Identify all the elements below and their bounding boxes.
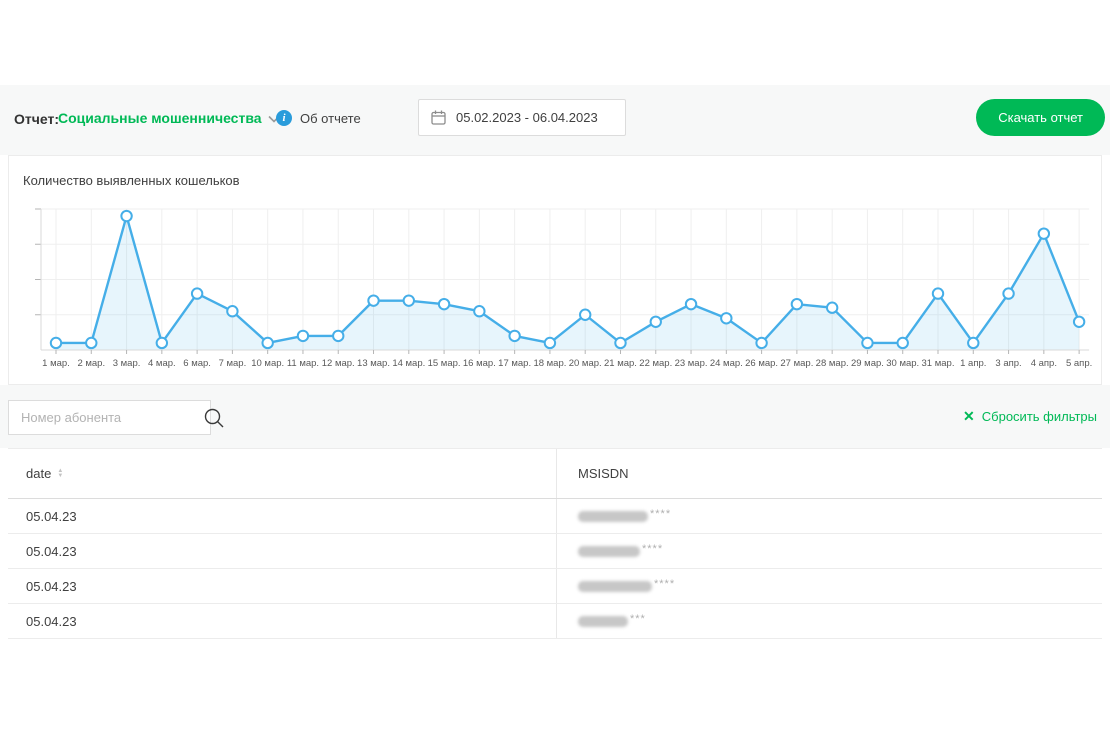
msisdn-cell: **** <box>556 569 1102 603</box>
msisdn-cell: *** <box>556 604 1102 638</box>
about-report-label: Об отчете <box>300 111 361 126</box>
msisdn-redacted-blob <box>578 511 648 522</box>
svg-text:5 апр.: 5 апр. <box>1066 358 1092 369</box>
svg-text:6 мар.: 6 мар. <box>183 358 211 369</box>
table-row: 05.04.23 **** <box>8 499 1102 534</box>
svg-text:11 мар.: 11 мар. <box>287 358 319 369</box>
date-cell: 05.04.23 <box>8 569 556 603</box>
svg-text:28 мар.: 28 мар. <box>816 358 849 369</box>
svg-text:16 мар.: 16 мар. <box>463 358 496 369</box>
column-header-date[interactable]: date ▲▼ <box>8 449 556 498</box>
report-toolbar: Отчет: Социальные мошенничества i Об отч… <box>0 85 1110 155</box>
report-type-dropdown[interactable]: Социальные мошенничества <box>58 110 280 126</box>
svg-text:1 мар.: 1 мар. <box>42 358 70 369</box>
svg-text:17 мар.: 17 мар. <box>498 358 531 369</box>
svg-text:24 мар.: 24 мар. <box>710 358 743 369</box>
subscriber-number-input[interactable] <box>9 410 203 425</box>
svg-text:7 мар.: 7 мар. <box>219 358 247 369</box>
date-cell: 05.04.23 <box>8 604 556 638</box>
msisdn-cell: **** <box>556 534 1102 568</box>
calendar-icon <box>431 110 446 125</box>
date-range-value: 05.02.2023 - 06.04.2023 <box>456 110 598 125</box>
svg-text:26 мар.: 26 мар. <box>745 358 778 369</box>
msisdn-redacted-blob <box>578 616 628 627</box>
svg-text:1 апр.: 1 апр. <box>960 358 986 369</box>
svg-text:3 мар.: 3 мар. <box>113 358 141 369</box>
date-range-picker[interactable]: 05.02.2023 - 06.04.2023 <box>418 99 626 136</box>
info-icon: i <box>276 110 292 126</box>
svg-text:3 апр.: 3 апр. <box>995 358 1021 369</box>
about-report-link[interactable]: i Об отчете <box>276 110 361 126</box>
svg-text:10 мар.: 10 мар. <box>251 358 284 369</box>
report-type-value: Социальные мошенничества <box>58 110 262 126</box>
report-label: Отчет: <box>14 111 59 127</box>
chart-title: Количество выявленных кошельков <box>23 173 240 188</box>
table-row: 05.04.23 **** <box>8 569 1102 604</box>
svg-text:15 мар.: 15 мар. <box>428 358 461 369</box>
svg-text:4 мар.: 4 мар. <box>148 358 176 369</box>
table-row: 05.04.23 *** <box>8 604 1102 639</box>
wallets-line-chart: 1 мар. 2 мар. 3 мар. 4 мар. 6 мар. 7 мар. 10 м… <box>9 196 1101 384</box>
table-row: 05.04.23 **** <box>8 534 1102 569</box>
msisdn-cell: **** <box>556 499 1102 533</box>
table-header-row: date ▲▼ MSISDN <box>8 449 1102 499</box>
svg-text:2 мар.: 2 мар. <box>77 358 105 369</box>
svg-text:13 мар.: 13 мар. <box>357 358 390 369</box>
page: Отчет: Социальные мошенничества i Об отч… <box>0 0 1110 740</box>
date-cell: 05.04.23 <box>8 534 556 568</box>
msisdn-redacted-blob <box>578 581 652 592</box>
svg-text:29 мар.: 29 мар. <box>851 358 884 369</box>
wallets-chart-panel: Количество выявленных кошельков 1 мар. 2 … <box>8 155 1102 385</box>
svg-text:20 мар.: 20 мар. <box>569 358 602 369</box>
svg-text:27 мар.: 27 мар. <box>780 358 813 369</box>
svg-text:12 мар.: 12 мар. <box>322 358 355 369</box>
date-cell: 05.04.23 <box>8 499 556 533</box>
svg-text:22 мар.: 22 мар. <box>639 358 672 369</box>
column-header-msisdn: MSISDN <box>556 449 1102 498</box>
svg-text:23 мар.: 23 мар. <box>675 358 708 369</box>
svg-text:30 мар.: 30 мар. <box>886 358 919 369</box>
sort-icon: ▲▼ <box>57 469 63 479</box>
reset-filters-label: Сбросить фильтры <box>982 409 1097 424</box>
svg-text:31 мар.: 31 мар. <box>922 358 955 369</box>
reset-filters-link[interactable]: ✕ Сбросить фильтры <box>963 408 1097 425</box>
svg-text:21 мар.: 21 мар. <box>604 358 637 369</box>
download-report-button[interactable]: Скачать отчет <box>976 99 1105 136</box>
close-icon: ✕ <box>963 408 975 425</box>
svg-text:18 мар.: 18 мар. <box>533 358 566 369</box>
search-icon[interactable] <box>203 407 225 429</box>
svg-text:4 апр.: 4 апр. <box>1031 358 1057 369</box>
filter-bar: ✕ Сбросить фильтры <box>0 385 1110 448</box>
subscriber-search-box <box>8 400 211 435</box>
wallets-table: date ▲▼ MSISDN 05.04.23 **** 05.04.23 **… <box>8 448 1102 639</box>
svg-text:14 мар.: 14 мар. <box>392 358 425 369</box>
msisdn-redacted-blob <box>578 546 640 557</box>
